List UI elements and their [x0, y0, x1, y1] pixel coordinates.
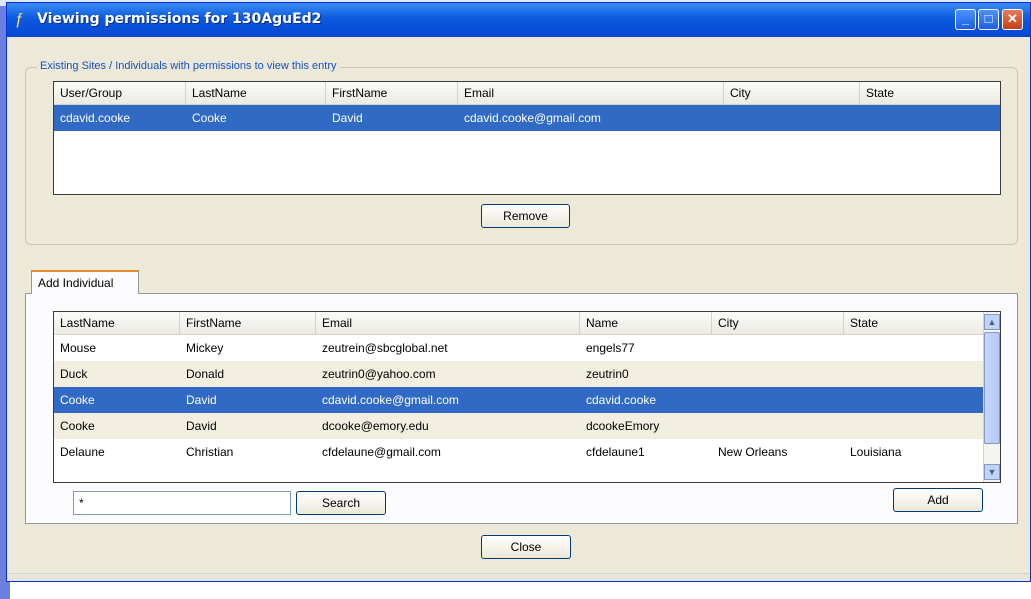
minimize-button[interactable]: _ — [955, 9, 976, 30]
column-header-name[interactable]: Name — [580, 312, 712, 334]
cell-firstname: David — [186, 393, 217, 407]
column-header-email[interactable]: Email — [458, 82, 724, 104]
cell-firstname: David — [186, 419, 217, 433]
table-row[interactable]: Duck Donald zeutrin0@yahoo.com zeutrin0 — [54, 361, 1000, 387]
column-header-firstname[interactable]: FirstName — [180, 312, 316, 334]
cell-lastname: Cooke — [192, 111, 227, 125]
window-title: Viewing permissions for 130AguEd2 — [37, 11, 322, 27]
cell-name: engels77 — [586, 341, 635, 355]
tab-add-individual[interactable]: Add Individual — [31, 270, 139, 294]
cell-lastname: Duck — [60, 367, 88, 381]
scroll-up-icon[interactable]: ▲ — [984, 314, 1000, 330]
cell-email: zeutrein@sbcglobal.net — [322, 341, 448, 355]
cell-lastname: Delaune — [60, 445, 105, 459]
existing-grid-header: User/Group LastName FirstName Email City… — [54, 82, 1000, 105]
column-header-state[interactable]: State — [860, 82, 1000, 104]
cell-state: Louisiana — [850, 445, 902, 459]
scroll-down-icon[interactable]: ▼ — [984, 464, 1000, 480]
scroll-thumb[interactable] — [984, 332, 1000, 444]
search-input[interactable] — [73, 491, 291, 515]
cell-lastname: Cooke — [60, 393, 95, 407]
cell-user-group: cdavid.cooke — [60, 111, 131, 125]
column-header-user-group[interactable]: User/Group — [54, 82, 186, 104]
cell-firstname: Mickey — [186, 341, 224, 355]
status-bar — [7, 573, 1030, 581]
column-header-lastname[interactable]: LastName — [186, 82, 326, 104]
column-header-email[interactable]: Email — [316, 312, 580, 334]
cell-email: cfdelaune@gmail.com — [322, 445, 441, 459]
cell-city: New Orleans — [718, 445, 788, 459]
existing-group-label: Existing Sites / Individuals with permis… — [37, 60, 340, 72]
cell-firstname: Christian — [186, 445, 234, 459]
cell-name: dcookeEmory — [586, 419, 660, 433]
table-row[interactable]: cdavid.cooke Cooke David cdavid.cooke@gm… — [54, 105, 1000, 131]
vertical-scrollbar[interactable]: ▲ ▼ — [983, 312, 1000, 482]
cell-email: cdavid.cooke@gmail.com — [464, 111, 601, 125]
cell-lastname: Cooke — [60, 419, 95, 433]
remove-button[interactable]: Remove — [481, 204, 570, 228]
close-icon: ✕ — [1007, 11, 1018, 26]
add-button[interactable]: Add — [893, 488, 983, 512]
cell-email: zeutrin0@yahoo.com — [322, 367, 436, 381]
cell-name: zeutrin0 — [586, 367, 629, 381]
cell-lastname: Mouse — [60, 341, 97, 355]
column-header-city[interactable]: City — [724, 82, 860, 104]
table-row[interactable]: Mouse Mickey zeutrein@sbcglobal.net enge… — [54, 335, 1000, 361]
column-header-firstname[interactable]: FirstName — [326, 82, 458, 104]
close-button[interactable]: Close — [481, 535, 571, 559]
cell-firstname: Donald — [186, 367, 225, 381]
maximize-button[interactable]: □ — [978, 9, 999, 30]
cell-email: dcooke@emory.edu — [322, 419, 429, 433]
column-header-lastname[interactable]: LastName — [54, 312, 180, 334]
cell-name: cdavid.cooke — [586, 393, 657, 407]
existing-permissions-grid[interactable]: User/Group LastName FirstName Email City… — [53, 81, 1001, 195]
title-bar[interactable]: ƒ Viewing permissions for 130AguEd2 _ □ … — [7, 3, 1030, 37]
individuals-grid[interactable]: LastName FirstName Email Name City State… — [53, 311, 1001, 483]
table-row[interactable]: Delaune Christian cfdelaune@gmail.com cf… — [54, 439, 1000, 465]
cell-firstname: David — [332, 111, 363, 125]
search-button[interactable]: Search — [296, 491, 386, 515]
permissions-dialog: ƒ Viewing permissions for 130AguEd2 _ □ … — [6, 2, 1031, 582]
minimize-icon: _ — [961, 11, 970, 26]
column-header-city[interactable]: City — [712, 312, 844, 334]
close-window-button[interactable]: ✕ — [1002, 9, 1023, 30]
cell-email: cdavid.cooke@gmail.com — [322, 393, 459, 407]
maximize-icon: □ — [984, 11, 993, 26]
cell-name: cfdelaune1 — [586, 445, 645, 459]
table-row[interactable]: Cooke David cdavid.cooke@gmail.com cdavi… — [54, 387, 1000, 413]
app-icon: ƒ — [15, 11, 24, 28]
individuals-grid-header: LastName FirstName Email Name City State — [54, 312, 1000, 335]
table-row[interactable]: Cooke David dcooke@emory.edu dcookeEmory — [54, 413, 1000, 439]
column-header-state[interactable]: State — [844, 312, 984, 334]
